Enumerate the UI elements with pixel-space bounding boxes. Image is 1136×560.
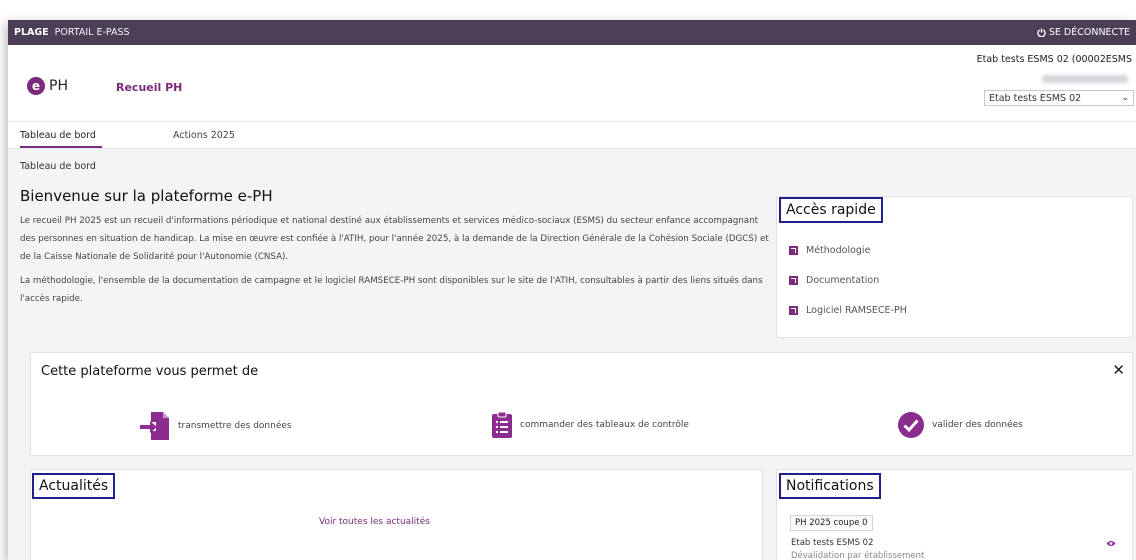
welcome-title: Bienvenue sur la plateforme e-PH (20, 187, 273, 205)
acces-rapide-card: Accès rapide Méthodologie Documentation … (776, 196, 1133, 338)
acces-rapide-title: Accès rapide (779, 197, 883, 223)
feature-transmettre: transmettre des données (139, 411, 292, 441)
notification-badge: PH 2025 coupe 0 (790, 515, 873, 531)
app-name[interactable]: Recueil PH (116, 81, 182, 94)
logout-button[interactable]: SE DÉCONNECTE (1037, 27, 1130, 38)
eye-icon[interactable] (1106, 540, 1116, 547)
etablissement-redacted-info (1042, 75, 1128, 83)
etablissement-select[interactable]: Etab tests ESMS 02 ⌄ (984, 90, 1134, 106)
power-icon (1037, 28, 1046, 37)
etablissement-name: Etab tests ESMS 02 (00002ESMS (976, 54, 1132, 65)
actualites-card: Actualités Voir toutes les actualités (30, 469, 763, 560)
feature-valider: valider des données (897, 411, 1023, 439)
acces-link-documentation[interactable]: Documentation (789, 275, 879, 286)
notification-subtitle: Dévalidation par établissement (791, 551, 925, 560)
notifications-title: Notifications (779, 473, 881, 499)
eph-logo[interactable]: e PH (27, 77, 68, 95)
tab-actions-2025[interactable]: Actions 2025 (173, 130, 235, 141)
acces-link-methodologie[interactable]: Méthodologie (789, 245, 870, 256)
tab-bar: Tableau de bord Actions 2025 (8, 122, 1136, 149)
logout-label: SE DÉCONNECTE (1048, 27, 1130, 38)
brand-label: PLAGE (14, 27, 49, 38)
logo-mark: e (27, 77, 45, 95)
feature-commander: commander des tableaux de contrôle (491, 411, 689, 439)
features-card: Cette plateforme vous permet de ✕ transm… (30, 352, 1133, 456)
welcome-paragraph-1: Le recueil PH 2025 est un recueil d'info… (20, 216, 769, 262)
acces-link-label: Méthodologie (806, 245, 871, 256)
features-title: Cette plateforme vous permet de (41, 364, 259, 379)
acces-link-label: Documentation (806, 275, 880, 286)
top-bar: PLAGE PORTAIL E-PASS SE DÉCONNECTE (8, 20, 1136, 45)
feature-label: valider des données (932, 420, 1023, 430)
welcome-section: Bienvenue sur la plateforme e-PH Le recu… (20, 187, 770, 314)
close-icon[interactable]: ✕ (1112, 361, 1125, 379)
feature-label: transmettre des données (178, 421, 292, 431)
voir-actualites-link[interactable]: Voir toutes les actualités (319, 517, 430, 527)
logo-text: PH (49, 78, 68, 94)
acces-link-logiciel[interactable]: Logiciel RAMSECE-PH (789, 305, 907, 316)
actualites-title: Actualités (32, 473, 116, 499)
portal-link[interactable]: PORTAIL E-PASS (55, 27, 130, 38)
external-link-icon (789, 246, 798, 255)
acces-link-label: Logiciel RAMSECE-PH (806, 305, 907, 316)
clipboard-list-icon (492, 411, 512, 438)
app-window: PLAGE PORTAIL E-PASS SE DÉCONNECTE e PH … (8, 20, 1136, 560)
welcome-paragraph-2: La méthodologie, l'ensemble de la docume… (20, 276, 763, 304)
external-link-icon (789, 276, 798, 285)
check-circle-icon (898, 412, 924, 438)
file-import-icon (140, 412, 169, 440)
notification-etab: Etab tests ESMS 02 (791, 538, 874, 548)
breadcrumb: Tableau de bord (20, 161, 96, 172)
chevron-down-icon: ⌄ (1121, 93, 1129, 103)
external-link-icon (789, 306, 798, 315)
tab-tableau-de-bord[interactable]: Tableau de bord (20, 130, 102, 148)
notifications-card: Notifications PH 2025 coupe 0 Etab tests… (776, 469, 1133, 560)
header: e PH Recueil PH Etab tests ESMS 02 (0000… (8, 45, 1136, 122)
feature-label: commander des tableaux de contrôle (520, 420, 689, 430)
etablissement-select-value: Etab tests ESMS 02 (989, 92, 1082, 104)
